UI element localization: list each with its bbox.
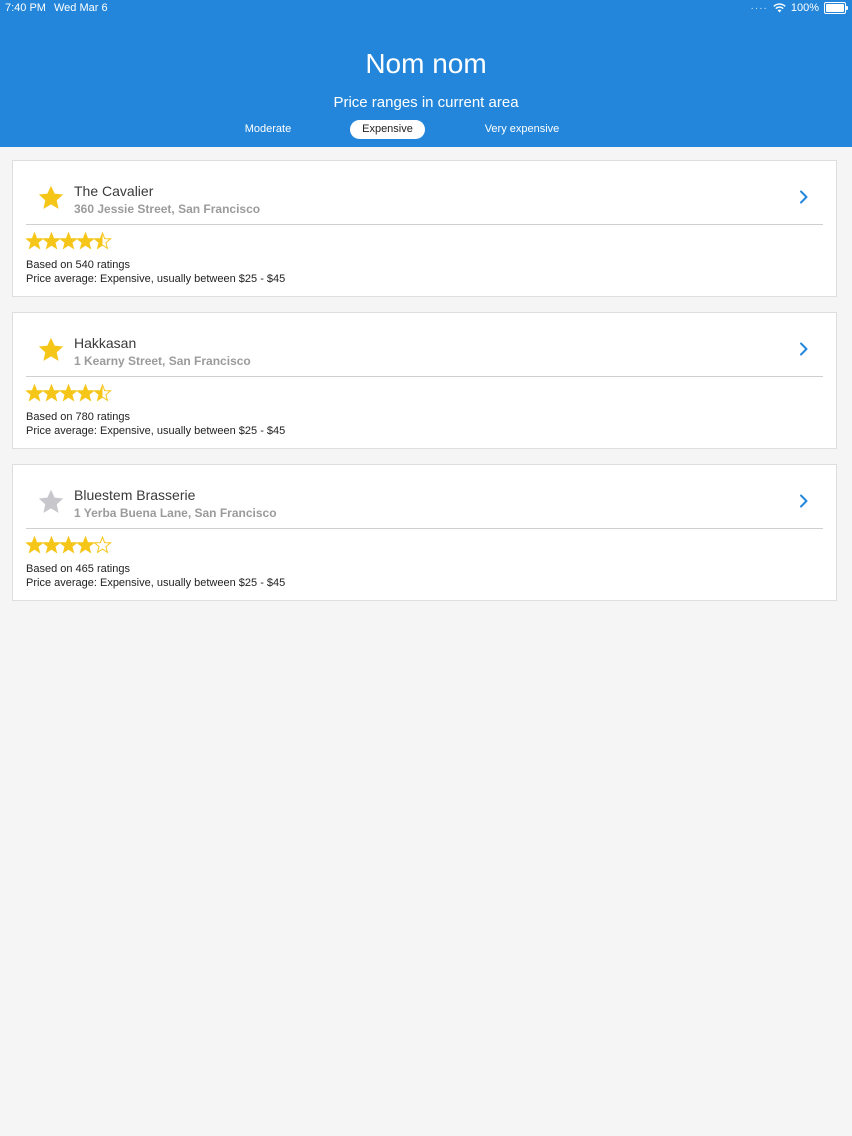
status-right: ···· 100% <box>750 2 848 14</box>
battery-icon <box>824 2 848 14</box>
rating-star <box>26 537 43 553</box>
rating-star <box>43 537 60 553</box>
price-average: Price average: Expensive, usually betwee… <box>26 577 286 589</box>
chevron-right-icon[interactable] <box>798 493 810 509</box>
price-average: Price average: Expensive, usually betwee… <box>26 273 286 285</box>
divider <box>26 376 823 377</box>
status-bar: 7:40 PM Wed Mar 6 ···· 100% <box>0 0 852 18</box>
wifi-icon <box>773 3 786 13</box>
rating-star <box>26 233 43 249</box>
tab-very-expensive[interactable]: Very expensive <box>468 120 576 139</box>
status-date: Wed Mar 6 <box>54 2 108 14</box>
star-rating <box>26 536 112 554</box>
ratings-count: Based on 465 ratings <box>26 563 130 575</box>
restaurant-address: 1 Kearny Street, San Francisco <box>74 354 251 368</box>
rating-star <box>60 385 77 401</box>
star-rating <box>26 232 112 250</box>
star-rating <box>26 384 112 402</box>
battery-percent: 100% <box>790 2 819 14</box>
rating-star <box>60 233 77 249</box>
rating-star <box>43 385 60 401</box>
restaurant-address: 360 Jessie Street, San Francisco <box>74 202 261 216</box>
chevron-right-icon[interactable] <box>798 341 810 357</box>
rating-star-outline <box>93 536 112 554</box>
restaurant-name: Hakkasan <box>74 335 137 351</box>
tab-expensive[interactable]: Expensive <box>350 120 425 139</box>
rating-star <box>77 537 94 553</box>
divider <box>26 224 823 225</box>
rating-star <box>43 233 60 249</box>
restaurant-card[interactable]: Hakkasan 1 Kearny Street, San Francisco … <box>12 312 837 449</box>
battery-fill <box>826 4 844 12</box>
ratings-count: Based on 540 ratings <box>26 259 130 271</box>
restaurant-name: The Cavalier <box>74 183 154 199</box>
chevron-right-icon[interactable] <box>798 189 810 205</box>
restaurant-card[interactable]: Bluestem Brasserie 1 Yerba Buena Lane, S… <box>12 464 837 601</box>
app-header: 7:40 PM Wed Mar 6 ···· 100% Nom nom Pric… <box>0 0 852 147</box>
signal-icon: ···· <box>750 2 768 14</box>
app-title: Nom nom <box>365 48 487 79</box>
star-icon[interactable] <box>37 184 65 212</box>
restaurant-name: Bluestem Brasserie <box>74 487 196 503</box>
rating-star <box>77 233 94 249</box>
star-icon[interactable] <box>37 488 65 516</box>
restaurant-card[interactable]: The Cavalier 360 Jessie Street, San Fran… <box>12 160 837 297</box>
price-average: Price average: Expensive, usually betwee… <box>26 425 286 437</box>
star-icon[interactable] <box>37 336 65 364</box>
rating-star <box>60 537 77 553</box>
rating-star <box>77 385 94 401</box>
restaurant-list: The Cavalier 360 Jessie Street, San Fran… <box>12 160 839 616</box>
price-range-tabs: Moderate Expensive Very expensive <box>0 120 852 140</box>
ratings-count: Based on 780 ratings <box>26 411 130 423</box>
restaurant-address: 1 Yerba Buena Lane, San Francisco <box>74 506 277 520</box>
rating-star <box>26 385 43 401</box>
page-subtitle: Price ranges in current area <box>333 94 519 111</box>
divider <box>26 528 823 529</box>
status-time: 7:40 PM <box>5 2 46 14</box>
tab-moderate[interactable]: Moderate <box>230 120 306 139</box>
